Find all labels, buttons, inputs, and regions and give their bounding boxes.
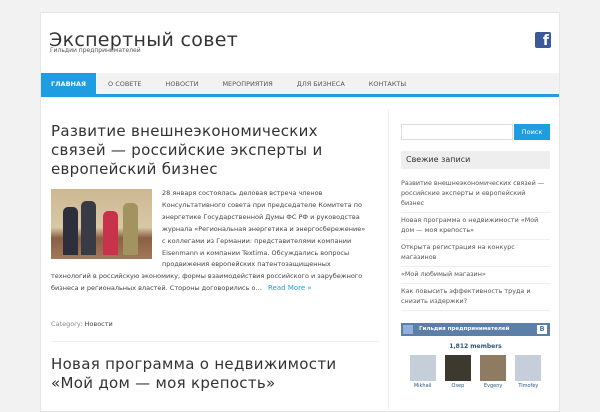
- post-category: Category: Новости: [51, 320, 113, 328]
- recent-post-link[interactable]: Как повысить эффективность труда и снизи…: [401, 284, 550, 311]
- nav-business[interactable]: Для бизнеса: [285, 73, 357, 94]
- vk-widget: Гильдия предпринимателей B 1,812 members …: [401, 323, 550, 389]
- content: Развитие внешнеэкономических связей — ро…: [41, 110, 389, 410]
- recent-post-link[interactable]: Развитие внешнеэкономических связей — ро…: [401, 176, 550, 213]
- member-name: Mikhail: [413, 383, 432, 389]
- page: Экспертный совет Гильдии предпринимателе…: [40, 12, 560, 412]
- nav-events[interactable]: Мероприятия: [210, 73, 284, 94]
- post-title[interactable]: Развитие внешнеэкономических связей — ро…: [51, 122, 371, 179]
- vk-members: Mikhail Озер Evgeny Timofey: [401, 355, 550, 389]
- site-tagline: Гильдии предпринимателей: [50, 47, 141, 54]
- vk-member[interactable]: Озер: [444, 355, 471, 389]
- post-title[interactable]: Новая программа о недвижимости «Мой дом …: [51, 355, 371, 393]
- avatar: [515, 355, 542, 381]
- facebook-icon[interactable]: f: [535, 32, 551, 48]
- nav-news[interactable]: Новости: [154, 73, 211, 94]
- recent-post-link[interactable]: Открыта регистрация на конкурс магазинов: [401, 240, 550, 267]
- widget-title: Свежие записи: [401, 151, 550, 169]
- category-label: Category:: [51, 320, 83, 328]
- search-button[interactable]: Поиск: [514, 124, 550, 140]
- search-input[interactable]: [401, 124, 513, 140]
- recent-posts-list: Развитие внешнеэкономических связей — ро…: [401, 176, 550, 311]
- divider: [51, 341, 379, 342]
- vk-members-count[interactable]: 1,812 members: [401, 343, 550, 350]
- nav-home[interactable]: Главная: [41, 73, 97, 97]
- vk-member[interactable]: Evgeny: [480, 355, 507, 389]
- vk-logo-icon[interactable]: B: [537, 325, 547, 334]
- post-excerpt: 28 января состоялась деловая встреча чле…: [51, 188, 366, 295]
- avatar: [444, 355, 471, 381]
- main-nav: Главная О совете Новости Мероприятия Для…: [41, 73, 559, 97]
- vk-header[interactable]: Гильдия предпринимателей B: [401, 323, 550, 336]
- group-avatar-icon: [403, 325, 413, 334]
- category-link[interactable]: Новости: [85, 320, 113, 328]
- nav-about[interactable]: О совете: [96, 73, 153, 94]
- recent-post-link[interactable]: «Мой любимый магазин»: [401, 267, 550, 284]
- member-name: Timofey: [518, 383, 539, 389]
- avatar: [480, 355, 507, 381]
- avatar: [409, 355, 436, 381]
- recent-post-link[interactable]: Новая программа о недвижимости «Мой дом …: [401, 213, 550, 240]
- nav-contacts[interactable]: Контакты: [357, 73, 418, 94]
- read-more-link[interactable]: Read More »: [268, 284, 312, 292]
- vk-group-title[interactable]: Гильдия предпринимателей: [419, 326, 510, 332]
- vk-member[interactable]: Mikhail: [409, 355, 436, 389]
- member-name: Озер: [451, 383, 465, 389]
- member-name: Evgeny: [483, 383, 503, 389]
- vk-member[interactable]: Timofey: [515, 355, 542, 389]
